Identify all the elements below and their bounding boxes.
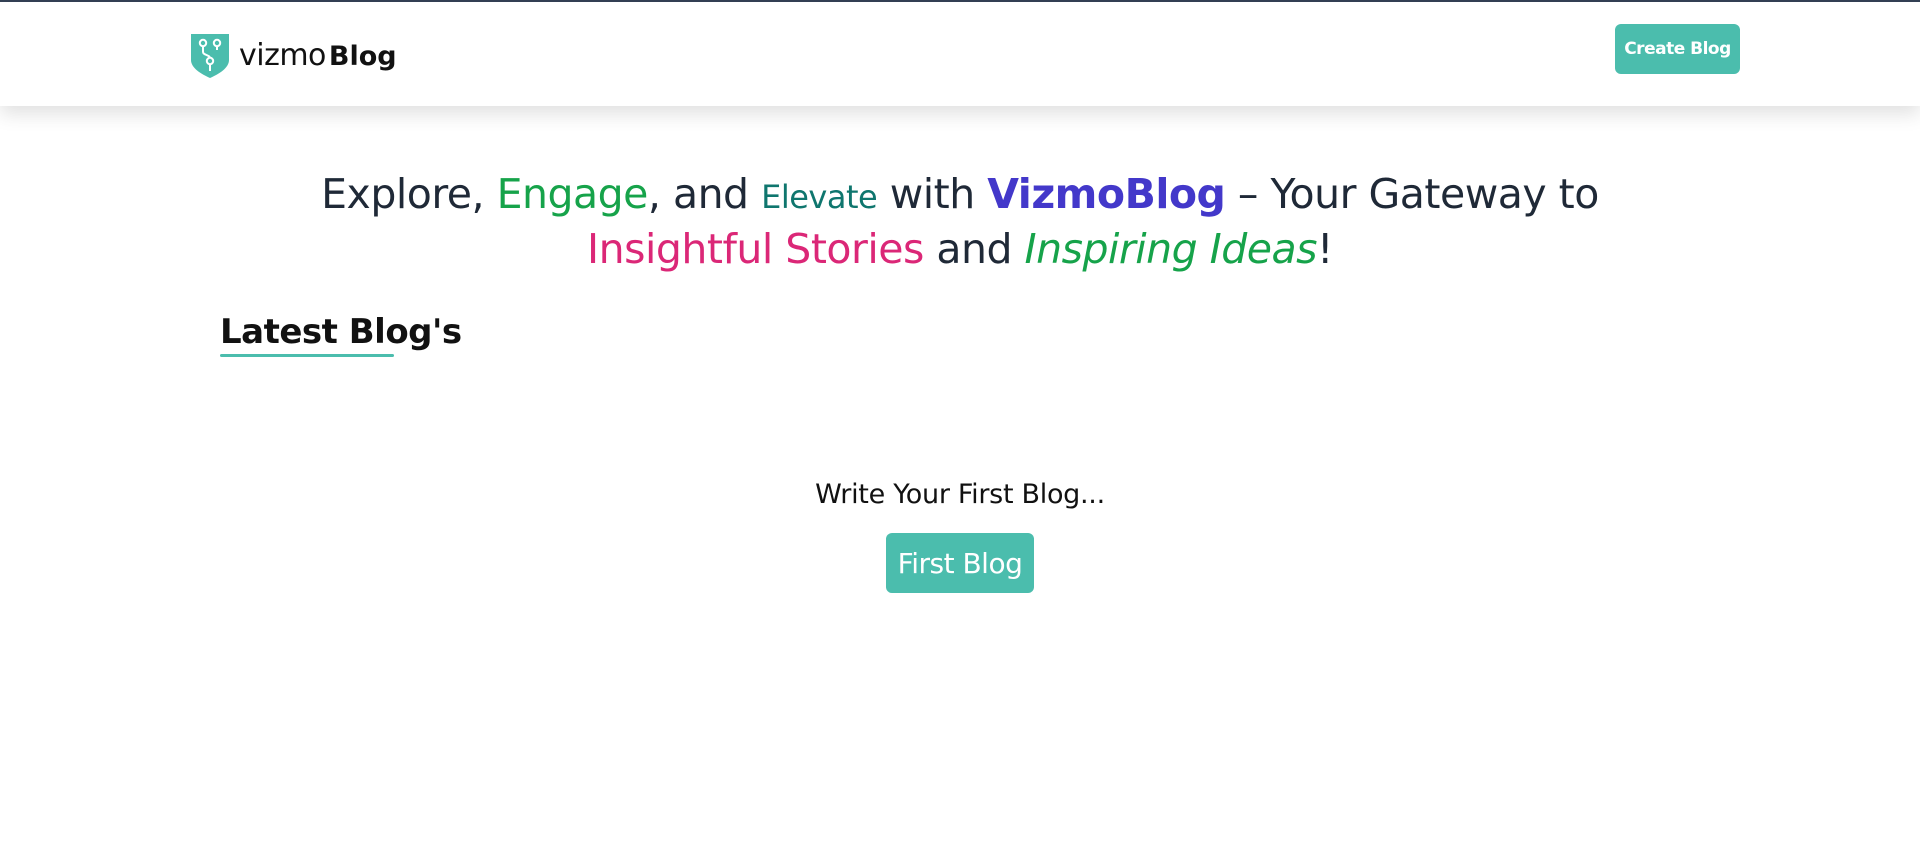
hero-text-gateway: – Your Gateway to xyxy=(1225,170,1599,218)
hero-text-with: with xyxy=(877,170,988,218)
hero-word-insightful-stories: Insightful Stories xyxy=(587,225,924,273)
hero-word-engage: Engage xyxy=(496,170,649,218)
hero-text-and: , and xyxy=(647,170,762,218)
create-blog-button[interactable]: Create Blog xyxy=(1615,24,1740,74)
hero-tagline: Explore, Engage, and Elevate with VizmoB… xyxy=(260,168,1660,275)
hero-text-explore: Explore, xyxy=(321,170,497,218)
logo-text: vizmo Blog xyxy=(239,38,397,73)
empty-state-message: Write Your First Blog... xyxy=(815,479,1105,510)
first-blog-button[interactable]: First Blog xyxy=(886,533,1034,593)
hero-word-elevate: Elevate xyxy=(761,178,878,216)
hero-text-exclaim: ! xyxy=(1317,225,1333,273)
logo-text-vizmo: vizmo xyxy=(239,37,326,73)
latest-blogs-title: Latest Blog's xyxy=(220,312,462,352)
latest-blogs-underline xyxy=(220,354,394,357)
hero-text-and-2: and xyxy=(923,225,1025,273)
logo[interactable]: vizmo Blog xyxy=(189,31,397,79)
hero-word-inspiring-ideas: Inspiring Ideas xyxy=(1024,225,1318,273)
hero-word-vizmoblog: VizmoBlog xyxy=(987,170,1226,218)
logo-text-blog: Blog xyxy=(328,40,397,72)
git-branch-shield-icon xyxy=(189,32,231,79)
navbar: vizmo Blog Create Blog xyxy=(0,2,1920,106)
